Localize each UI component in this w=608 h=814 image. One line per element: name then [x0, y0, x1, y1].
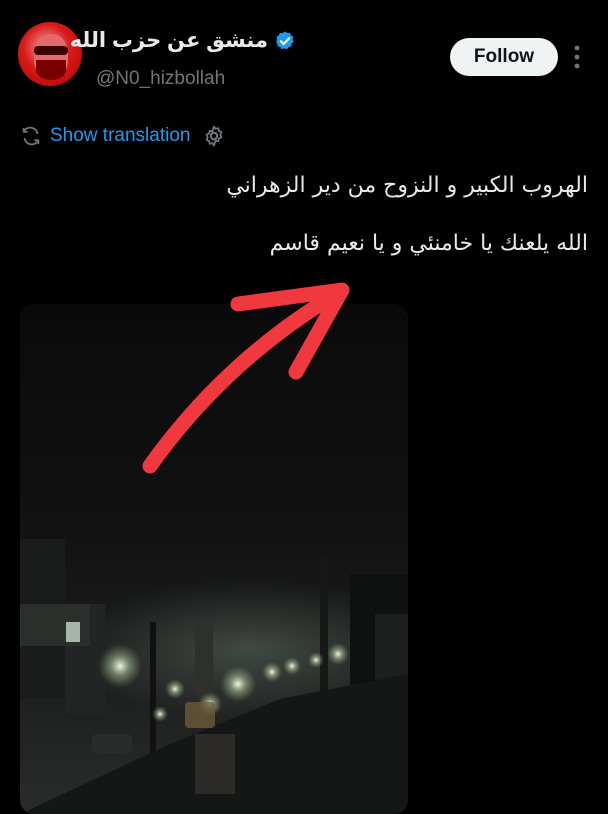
- avatar-glasses: [34, 46, 68, 55]
- author-display-name[interactable]: منشق عن حزب الله: [70, 28, 268, 53]
- tweet-text-line: الهروب الكبير و النزوح من دير الزهراني: [226, 173, 588, 198]
- show-translation-link[interactable]: Show translation: [50, 125, 190, 147]
- avatar-beard: [36, 60, 66, 80]
- author-name-row[interactable]: منشق عن حزب الله: [70, 28, 296, 53]
- gear-icon[interactable]: [202, 124, 226, 148]
- tweet-video[interactable]: [20, 304, 408, 814]
- translation-row: Show translation: [20, 122, 226, 150]
- tweet-text-line: الله يلعنك يا خامنئي و يا نعيم قاسم: [269, 231, 588, 256]
- follow-button[interactable]: Follow: [450, 38, 558, 76]
- more-vertical-icon[interactable]: [568, 42, 586, 72]
- tweet-text: الهروب الكبير و النزوح من دير الزهراني ا…: [28, 168, 588, 262]
- author-handle[interactable]: @N0_hizbollah: [96, 68, 225, 90]
- translate-icon: [22, 126, 40, 146]
- verified-badge-icon: [276, 30, 294, 49]
- video-frame-scene: [20, 539, 408, 814]
- tweet-header: منشق عن حزب الله @N0_hizbollah Follow: [0, 0, 608, 110]
